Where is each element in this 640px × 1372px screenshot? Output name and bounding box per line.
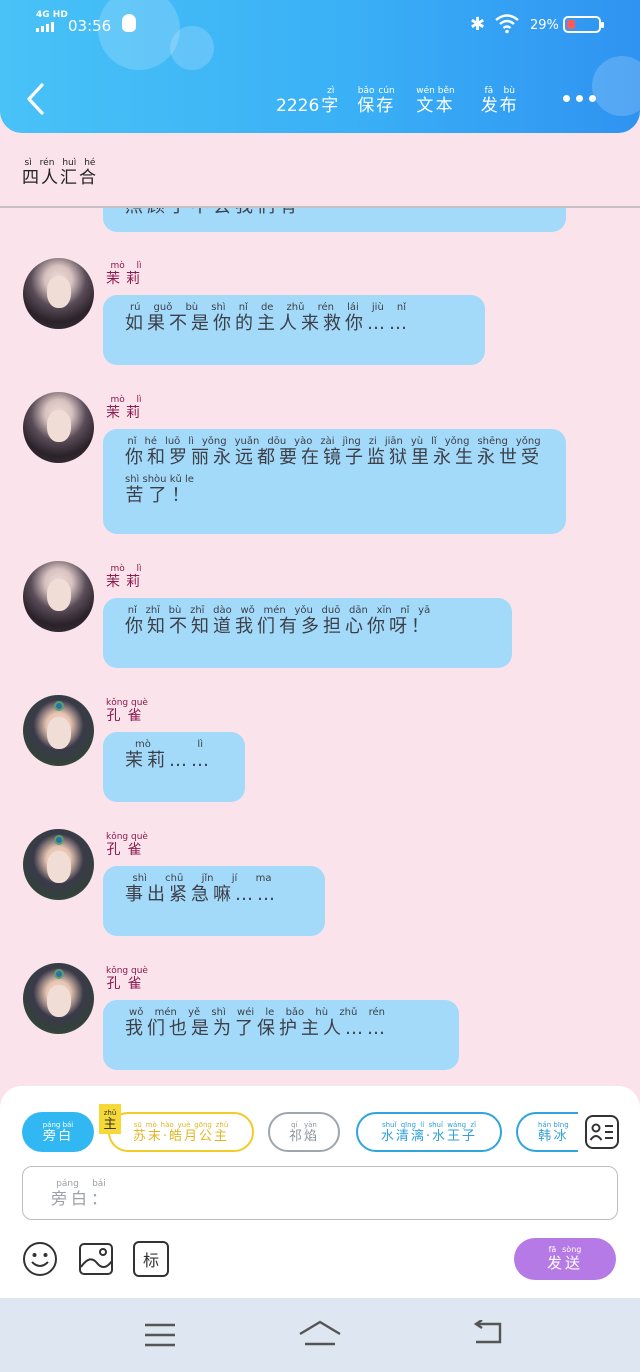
publish-button[interactable]: 发布fā bù — [481, 86, 519, 116]
avatar-kongque[interactable] — [23, 963, 94, 1034]
message-bubble[interactable]: 如果不是你的主人来救你……rú guǒ bù shì nǐ de zhǔ rén… — [103, 295, 485, 365]
avatar-kongque[interactable] — [23, 829, 94, 900]
message-bubble[interactable]: 你知不知道我们有多担心你呀！nǐ zhī bù zhī dào wǒ mén y… — [103, 598, 512, 668]
status-time: 03:56 — [68, 17, 112, 35]
message-input[interactable]: 旁白：páng bái — [22, 1166, 618, 1220]
emoji-icon[interactable] — [22, 1241, 58, 1277]
back-nav-icon[interactable] — [472, 1320, 504, 1346]
battery-icon — [563, 16, 604, 33]
character-chip-qiyan[interactable]: 祁焰qí yàn — [268, 1112, 340, 1152]
signal-icon — [36, 22, 54, 32]
character-chip-sumo[interactable]: 苏末·皓月公主sū mò hào yuè gōng zhǔ — [108, 1112, 254, 1152]
tag-button[interactable]: 标 — [133, 1241, 169, 1277]
message-bubble[interactable]: 我们也是为了保护主人……wǒ mén yě shì wéi le bǎo hù … — [103, 1000, 459, 1070]
message-bubble[interactable]: 事出紧急嘛……shì chū jǐn jí ma — [103, 866, 325, 936]
compose-panel: 旁白páng bái 苏末·皓月公主sū mò hào yuè gōng zhǔ… — [0, 1086, 640, 1298]
character-chip-shuiqingli[interactable]: 水清漓·水王子shuǐ qīng lí shuǐ wáng zǐ — [356, 1112, 502, 1152]
home-icon[interactable] — [298, 1320, 342, 1346]
input-placeholder: 旁白：páng bái — [51, 1179, 112, 1208]
qq-icon — [122, 14, 136, 32]
editor-toolbar: 2226 字zì 保存bǎo cún 文本wén běn 发布fā bù — [276, 86, 519, 116]
app-header: 4G HD 03:56 ✱ 29% 2226 字zì 保存bǎo cún 文本w… — [0, 0, 640, 133]
avatar-moli[interactable] — [23, 561, 94, 632]
message-bubble-partial[interactable]: 照顾了不会我们有 — [103, 208, 566, 232]
network-label: 4G HD — [36, 10, 68, 20]
battery-percent: 29% — [530, 18, 559, 33]
decor-bubble — [592, 56, 640, 116]
character-chip-hanbing[interactable]: 韩冰hán bīng — [516, 1112, 578, 1152]
speaker-name: 茉莉mò lì — [106, 261, 146, 287]
message-bubble[interactable]: 茉莉……mò lì — [103, 732, 245, 802]
bluetooth-icon: ✱ — [470, 14, 486, 35]
speaker-name: 孔雀kǒng què — [106, 832, 148, 858]
avatar-moli[interactable] — [23, 392, 94, 463]
contact-card-icon[interactable] — [585, 1115, 619, 1149]
speaker-name: 茉莉mò lì — [106, 395, 146, 421]
status-bar: 4G HD 03:56 ✱ 29% — [0, 0, 640, 50]
avatar-moli[interactable] — [23, 258, 94, 329]
speaker-name: 茉莉mò lì — [106, 564, 146, 590]
avatar-kongque[interactable] — [23, 695, 94, 766]
chat-list[interactable]: 照顾了不会我们有 茉莉mò lì 如果不是你的主人来救你……rú guǒ bù … — [0, 208, 640, 1086]
system-nav-bar — [0, 1298, 640, 1372]
message-bubble[interactable]: 你和罗丽永远都要在镜子监狱里永生永世受苦了！nǐ hé luō lì yǒng … — [103, 429, 566, 534]
send-button[interactable]: 发送fā sòng — [514, 1238, 616, 1280]
character-chip-narrator[interactable]: 旁白páng bái — [22, 1112, 94, 1152]
image-icon[interactable] — [78, 1241, 114, 1277]
word-count-unit: 字zì — [321, 86, 341, 116]
wifi-icon — [495, 14, 519, 34]
word-count: 2226 — [276, 96, 320, 116]
chapter-title[interactable]: 四人汇合sì rén huì hé — [22, 158, 98, 188]
speaker-name: 孔雀kǒng què — [106, 966, 148, 992]
text-button[interactable]: 文本wén běn — [416, 86, 454, 116]
speaker-name: 孔雀kǒng què — [106, 698, 148, 724]
menu-icon[interactable] — [144, 1322, 176, 1348]
more-options-button[interactable] — [563, 95, 596, 102]
save-button[interactable]: 保存bǎo cún — [357, 86, 395, 116]
back-button[interactable] — [24, 82, 48, 116]
protagonist-badge: 主zhǔ — [99, 1104, 121, 1134]
